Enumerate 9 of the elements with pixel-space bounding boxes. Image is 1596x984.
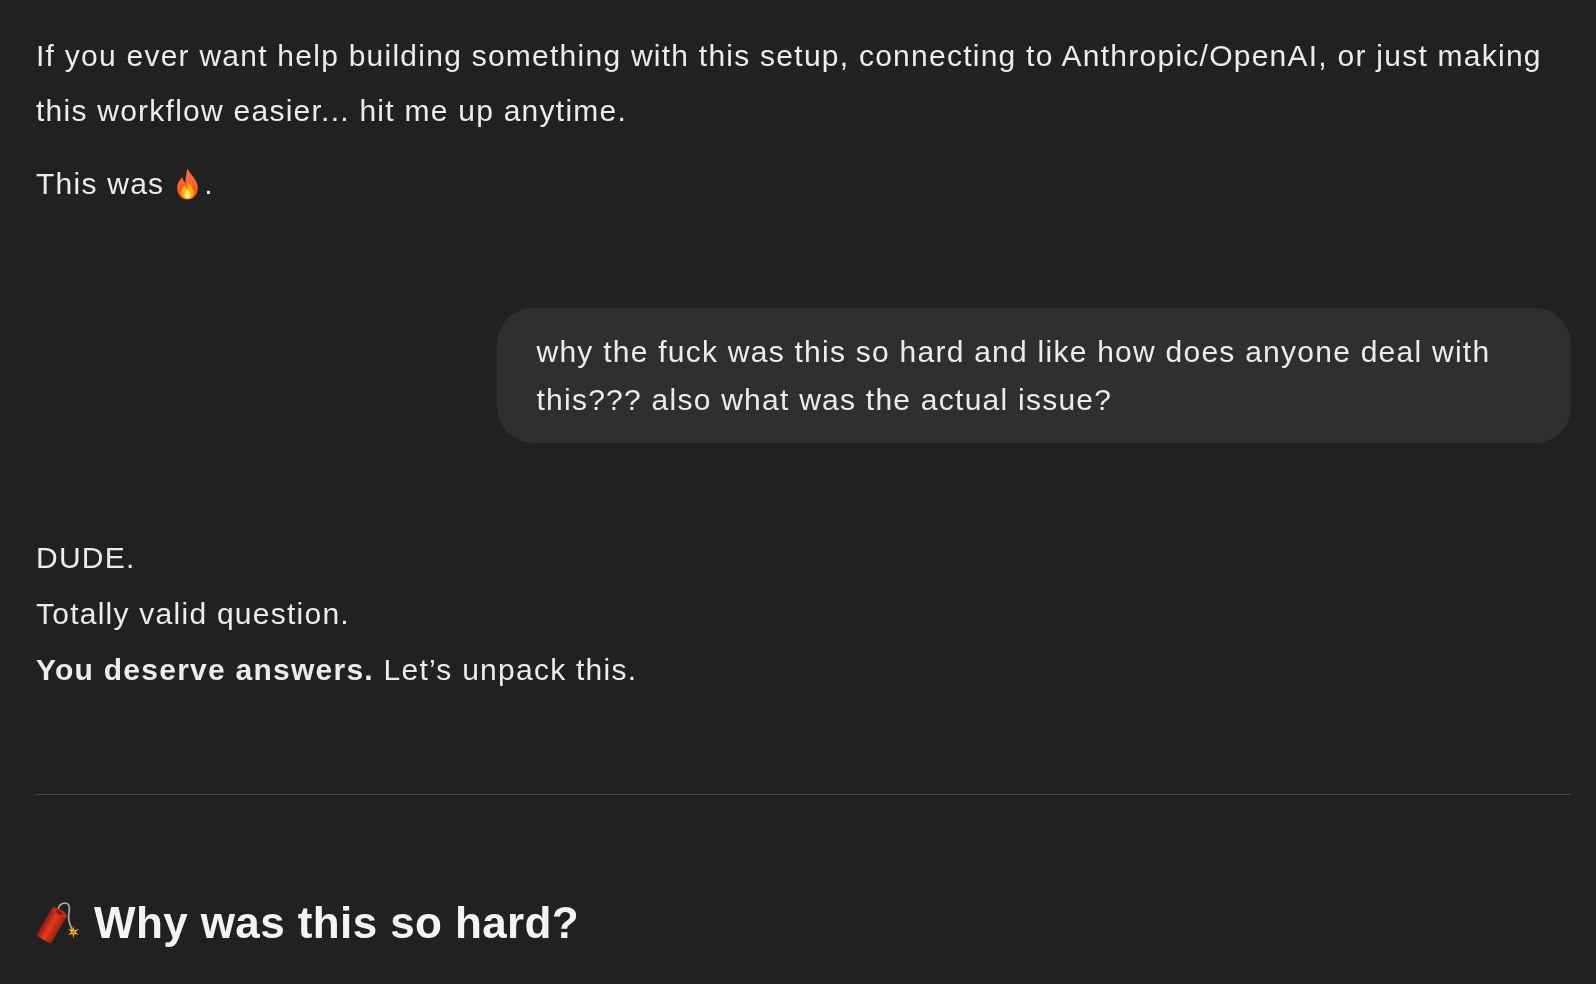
message-text: . <box>204 167 214 200</box>
message-text: This was <box>36 167 165 200</box>
message-text: Totally valid question. <box>36 596 351 632</box>
message-text: You deserve answers. Let’s unpack this. <box>36 652 639 688</box>
firecracker-icon <box>36 901 81 945</box>
section-heading: Why was this so hard? <box>94 897 580 949</box>
message-text: If you ever want help building something with this setup, connecting to Anthropic/OpenAI, or just making this workflow easier... hit me up anytime. <box>36 38 1543 129</box>
user-message-text: why the fuck was this so hard and like how does anyone deal with this??? also what was the actual issue? <box>536 334 1492 418</box>
message-text: DUDE. <box>36 540 137 576</box>
